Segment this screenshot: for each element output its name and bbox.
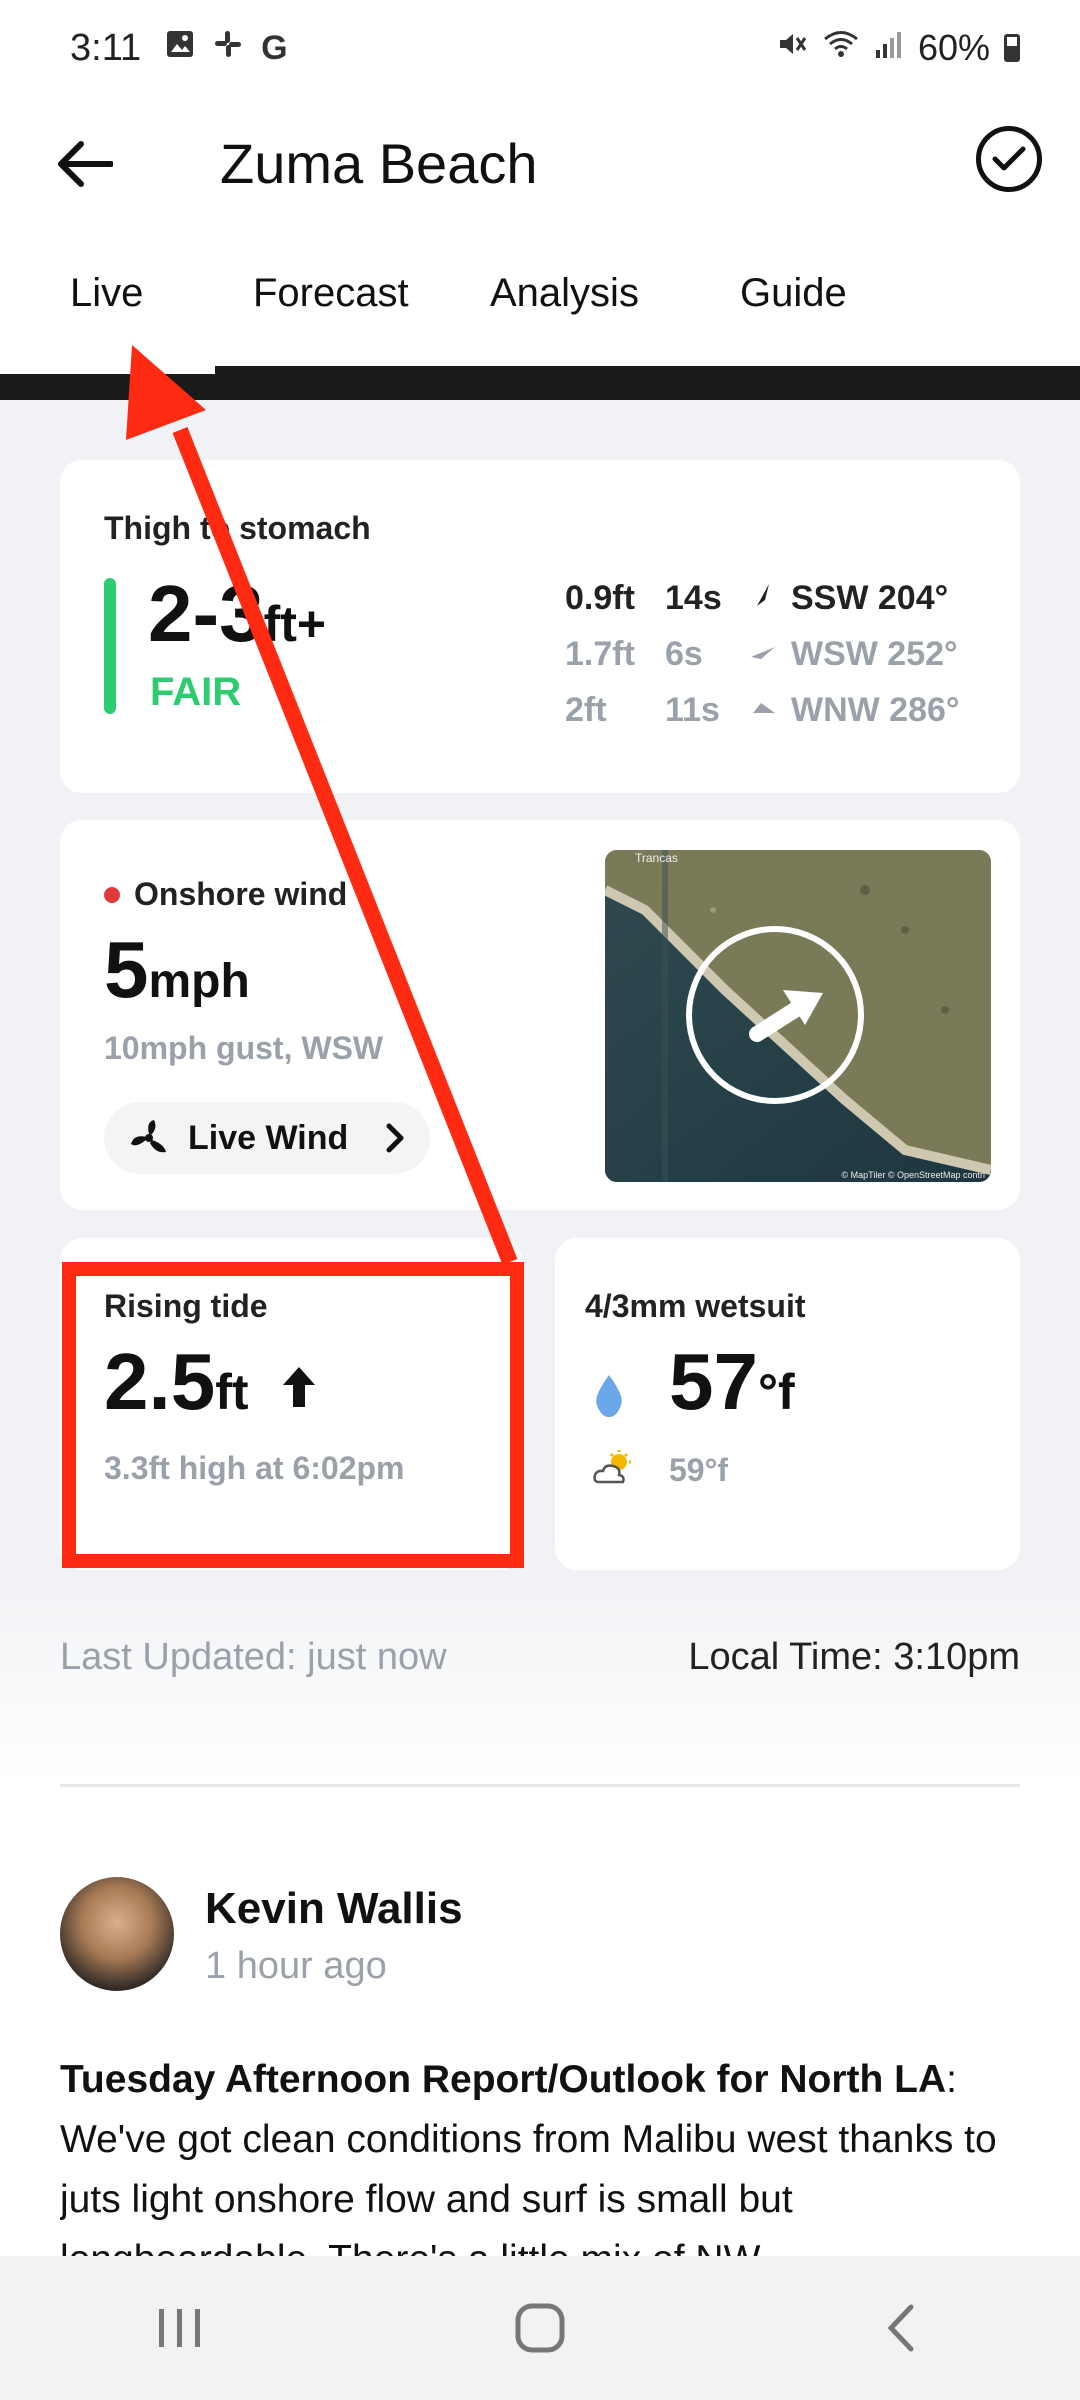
wind-speed: 5mph [104,924,250,1016]
tide-height-unit: ft [215,1364,249,1420]
author-avatar[interactable] [60,1877,174,1991]
tide-label: Rising tide [104,1288,268,1324]
water-drop-icon [591,1373,627,1424]
battery-level: 60% [917,27,990,68]
tide-next: 3.3ft high at 6:02pm [104,1450,405,1486]
favorite-check-button[interactable] [976,126,1042,192]
direction-arrow-icon [735,639,791,670]
swell-component-height: 0.9ft [565,578,635,617]
swell-height: 2-3ft+ [148,568,326,660]
home-button[interactable] [480,2278,600,2378]
arrow-left-icon [58,140,113,187]
status-left: 3:11 G [70,27,288,70]
tab-analysis[interactable]: Analysis [490,271,639,316]
rating-bar [104,578,116,714]
author-name[interactable]: Kevin Wallis [205,1884,463,1934]
app-header: Zuma Beach [0,96,1080,231]
recents-button[interactable] [120,2278,240,2378]
battery-icon [1004,34,1020,62]
wind-label-text: Onshore wind [134,876,348,912]
swell-component-row: 1.7ft 6s WSW 252° [565,626,960,682]
home-icon [515,2303,565,2353]
swell-component-direction: WSW 252° [791,634,958,673]
status-right: 60% [776,27,1020,69]
back-button[interactable] [40,119,130,209]
map-image: Trancas [605,850,991,1182]
wind-speed-unit: mph [148,955,250,1008]
live-wind-button[interactable]: Live Wind [104,1102,430,1174]
tab-bar: Live Forecast Analysis Guide [0,231,1080,366]
air-temp: 59°f [669,1452,729,1488]
signal-icon [874,27,904,69]
chevron-right-icon [386,1123,404,1153]
divider [60,1784,1020,1787]
swell-component-row: 2ft 11s WNW 286° [565,682,960,738]
local-time: Local Time: 3:10pm [688,1636,1020,1678]
live-wind-label: Live Wind [188,1118,349,1157]
swell-component-direction: SSW 204° [791,578,949,617]
wind-card[interactable]: Onshore wind 5mph 10mph gust, WSW Live W… [60,820,1020,1210]
water-temp: 57°f [669,1336,795,1428]
wind-label: Onshore wind [104,876,347,913]
swell-rating: FAIR [150,670,242,714]
tab-indicator-active [0,366,215,374]
swell-components: 0.9ft 14s SSW 204° 1.7ft 6s WSW 252° 2ft… [565,570,960,738]
image-icon [165,29,195,68]
wifi-icon [822,27,860,69]
direction-arrow-icon [735,582,791,615]
fan-icon [131,1120,166,1153]
system-nav-bar [0,2256,1080,2400]
swell-component-height: 1.7ft [565,634,635,673]
recents-icon [159,2309,200,2347]
wetsuit-label: 4/3mm wetsuit [585,1288,806,1324]
tab-forecast[interactable]: Forecast [253,271,409,316]
map-place-label: Trancas [635,851,678,865]
tide-height-value: 2.5 [104,1337,216,1426]
arrow-up-icon [282,1367,315,1407]
swell-height-unit: ft+ [263,596,327,652]
report-body: Tuesday Afternoon Report/Outlook for Nor… [60,2050,1020,2260]
wind-gust: 10mph gust, WSW [104,1030,384,1066]
partly-sunny-icon [591,1448,637,1493]
tab-live[interactable]: Live [70,271,143,316]
back-nav-button[interactable] [840,2278,960,2378]
wind-speed-value: 5 [104,925,149,1014]
direction-arrow-icon [735,695,791,726]
water-temp-unit: °f [757,1364,795,1420]
swell-card[interactable]: Thigh to stomach 2-3ft+ FAIR 0.9ft 14s S… [60,460,1020,793]
water-temp-value: 57 [669,1337,758,1426]
mute-icon [776,27,808,69]
wind-status-dot [104,886,120,903]
check-icon [992,146,1026,171]
tide-card[interactable]: Rising tide 2.5ft 3.3ft high at 6:02pm [60,1238,522,1570]
water-card[interactable]: 4/3mm wetsuit 57°f 59°f [555,1238,1020,1570]
status-time: 3:11 [70,26,142,69]
slack-icon [213,29,243,68]
swell-component-direction: WNW 286° [791,690,960,729]
wind-map[interactable]: Trancas © MapTiler © OpenStreetMap contr… [605,850,991,1182]
tab-guide[interactable]: Guide [740,271,847,316]
tide-height: 2.5ft [104,1336,317,1428]
swell-component-height: 2ft [565,690,607,729]
swell-component-period: 11s [665,690,720,729]
swell-component-period: 14s [665,578,722,617]
chevron-left-icon [887,2304,914,2352]
last-updated: Last Updated: just now [60,1636,447,1678]
swell-component-period: 6s [665,634,703,673]
map-credit: © MapTiler © OpenStreetMap contri [841,1170,985,1180]
report-time: 1 hour ago [205,1945,387,1987]
swell-component-row: 0.9ft 14s SSW 204° [565,570,960,626]
google-icon: G [261,28,288,67]
report-title: Tuesday Afternoon Report/Outlook for Nor… [60,2058,947,2101]
page-title: Zuma Beach [220,132,538,195]
status-bar: 3:11 G 60% [0,0,1080,96]
swell-height-value: 2-3 [148,569,264,658]
swell-description: Thigh to stomach [104,510,371,546]
